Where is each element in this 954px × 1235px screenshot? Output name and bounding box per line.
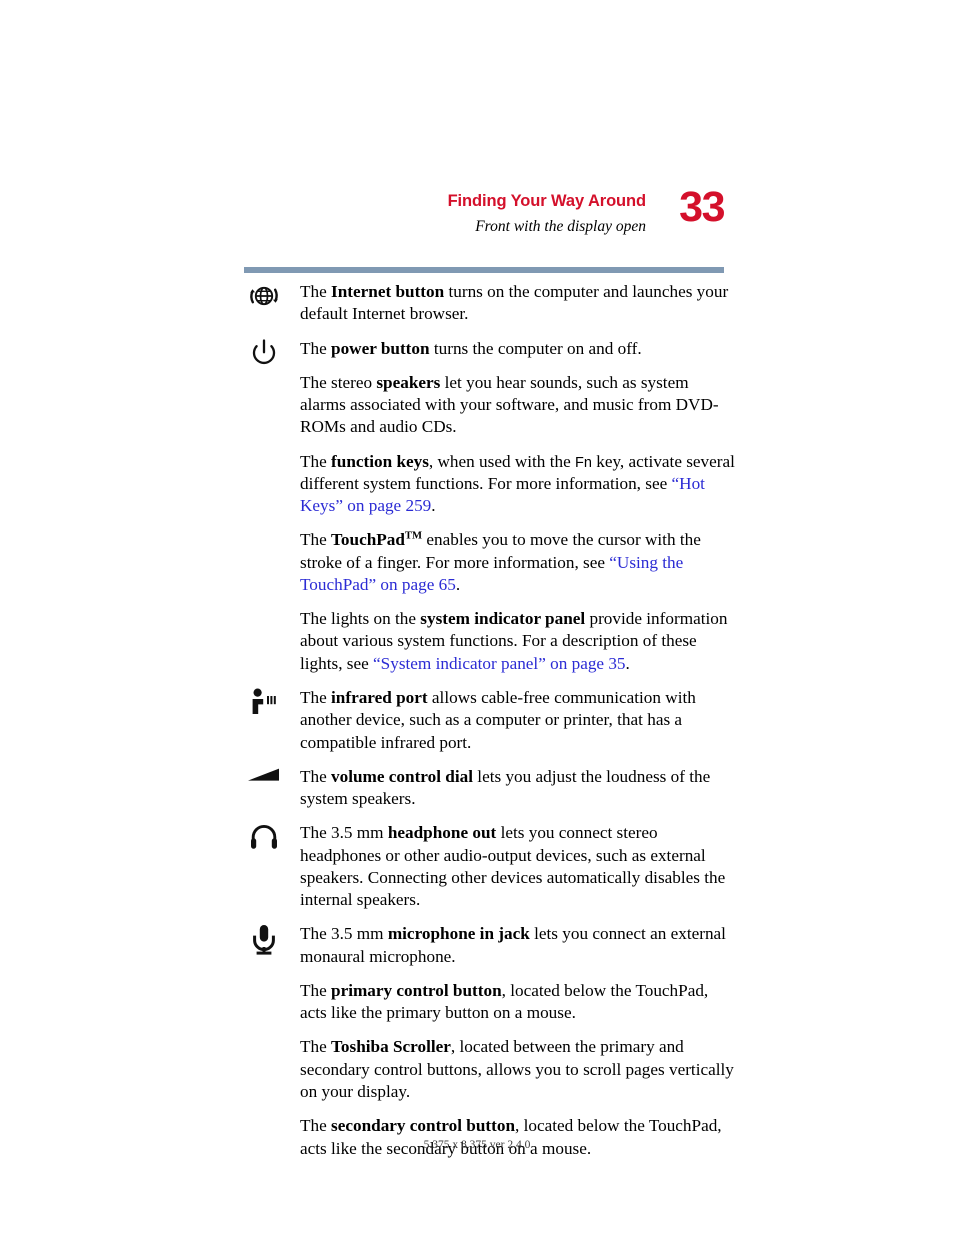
infrared-port-icon: [249, 687, 279, 719]
entry-text: The Internet button turns on the compute…: [300, 281, 735, 326]
entry-icon-cell: [235, 923, 293, 957]
footer: 5.375 x 8.375 ver 2.4.0: [0, 1139, 954, 1151]
content-entry: The power button turns the computer on a…: [235, 338, 735, 364]
body-text: , when used with the: [428, 451, 575, 471]
entry-text: The volume control dial lets you adjust …: [300, 766, 735, 811]
headphone-out-icon: [249, 822, 279, 852]
footer-text: 5.375 x 8.375 ver 2.4.0: [423, 1139, 531, 1151]
body-text: The lights on the: [300, 609, 421, 629]
emphasis-term: primary control button: [331, 980, 502, 1000]
emphasis-term: system indicator panel: [420, 609, 586, 629]
entry-text: The secondary control button, located be…: [300, 1115, 735, 1160]
emphasis-term: headphone out: [387, 823, 497, 843]
body-text: turns the computer on and off.: [429, 338, 642, 358]
content-entry: The lights on the system indicator panel…: [235, 608, 735, 675]
body-text: The: [300, 451, 332, 471]
emphasis-term: power button: [331, 338, 430, 358]
content-entry: The primary control button, located belo…: [235, 980, 735, 1025]
content-entry: The function keys, when used with the Fn…: [235, 451, 735, 518]
header-divider-rule: [244, 267, 724, 273]
content-entry: The volume control dial lets you adjust …: [235, 766, 735, 811]
content-entry: The 3.5 mm headphone out lets you connec…: [235, 822, 735, 911]
content-entry: The Toshiba Scroller, located between th…: [235, 1036, 735, 1103]
internet-globe-icon: [247, 281, 281, 313]
body-text: The: [300, 338, 332, 358]
entry-text: The power button turns the computer on a…: [300, 338, 735, 360]
entry-text: The 3.5 mm headphone out lets you connec…: [300, 822, 735, 911]
body-text: The 3.5 mm: [300, 924, 388, 944]
document-page: Finding Your Way Around Front with the d…: [0, 0, 954, 1235]
body-text: The: [300, 282, 332, 301]
page-number: 33: [679, 183, 725, 231]
entry-icon-cell: [235, 766, 293, 784]
entry-text: The lights on the system indicator panel…: [300, 608, 735, 675]
body-text: .: [431, 496, 436, 516]
entry-icon-cell: [235, 338, 293, 368]
power-button-icon: [250, 338, 278, 368]
body-text: The: [300, 687, 332, 707]
chapter-title: Finding Your Way Around: [447, 192, 647, 210]
body-text: The: [300, 1116, 332, 1136]
content-entry: The secondary control button, located be…: [235, 1115, 735, 1160]
emphasis-term: infrared port: [331, 687, 428, 707]
trademark-mark: TM: [404, 530, 423, 542]
emphasis-term: volume control dial: [331, 766, 473, 786]
content-entry: The Internet button turns on the compute…: [235, 281, 735, 326]
volume-dial-icon: [246, 766, 282, 784]
body-text: .: [625, 653, 630, 673]
emphasis-term: Toshiba Scroller: [331, 1037, 451, 1057]
header-titles: Finding Your Way Around Front with the d…: [244, 192, 724, 236]
entry-text: The stereo speakers let you hear sounds,…: [300, 372, 735, 439]
entry-text: The Toshiba Scroller, located between th…: [300, 1036, 735, 1103]
microphone-in-icon: [250, 923, 278, 957]
emphasis-term: speakers: [376, 372, 441, 392]
section-subtitle: Front with the display open: [475, 217, 646, 235]
entry-text: The 3.5 mm microphone in jack lets you c…: [300, 923, 735, 968]
cross-reference-link[interactable]: “System indicator panel” on page 35: [373, 654, 625, 673]
body-text: The 3.5 mm: [300, 823, 388, 843]
entry-text: The function keys, when used with the Fn…: [300, 451, 735, 518]
fn-key-label: Fn: [575, 454, 592, 471]
emphasis-term: function keys: [331, 451, 429, 471]
content-entry: The TouchPadTM enables you to move the c…: [235, 529, 735, 596]
emphasis-term: microphone in jack: [387, 924, 530, 944]
content-entry: The infrared port allows cable-free comm…: [235, 687, 735, 754]
entry-icon-cell: [235, 822, 293, 852]
entry-icon-cell: [235, 281, 293, 313]
body-text: .: [455, 574, 461, 594]
emphasis-term: Internet button: [331, 282, 445, 301]
entry-text: The infrared port allows cable-free comm…: [300, 687, 735, 754]
emphasis-term: secondary control button: [331, 1116, 516, 1136]
page-header: Finding Your Way Around Front with the d…: [244, 186, 726, 236]
body-text: The: [300, 980, 332, 1000]
body-content: The Internet button turns on the compute…: [235, 281, 735, 1172]
body-text: The: [300, 766, 332, 786]
content-entry: The 3.5 mm microphone in jack lets you c…: [235, 923, 735, 968]
body-text: The stereo: [300, 372, 377, 392]
entry-text: The primary control button, located belo…: [300, 980, 735, 1025]
emphasis-term: TouchPad: [331, 530, 405, 550]
entry-text: The TouchPadTM enables you to move the c…: [300, 529, 735, 596]
content-entry: The stereo speakers let you hear sounds,…: [235, 372, 735, 439]
body-text: The: [300, 1037, 332, 1057]
entry-icon-cell: [235, 687, 293, 719]
body-text: The: [300, 530, 332, 550]
